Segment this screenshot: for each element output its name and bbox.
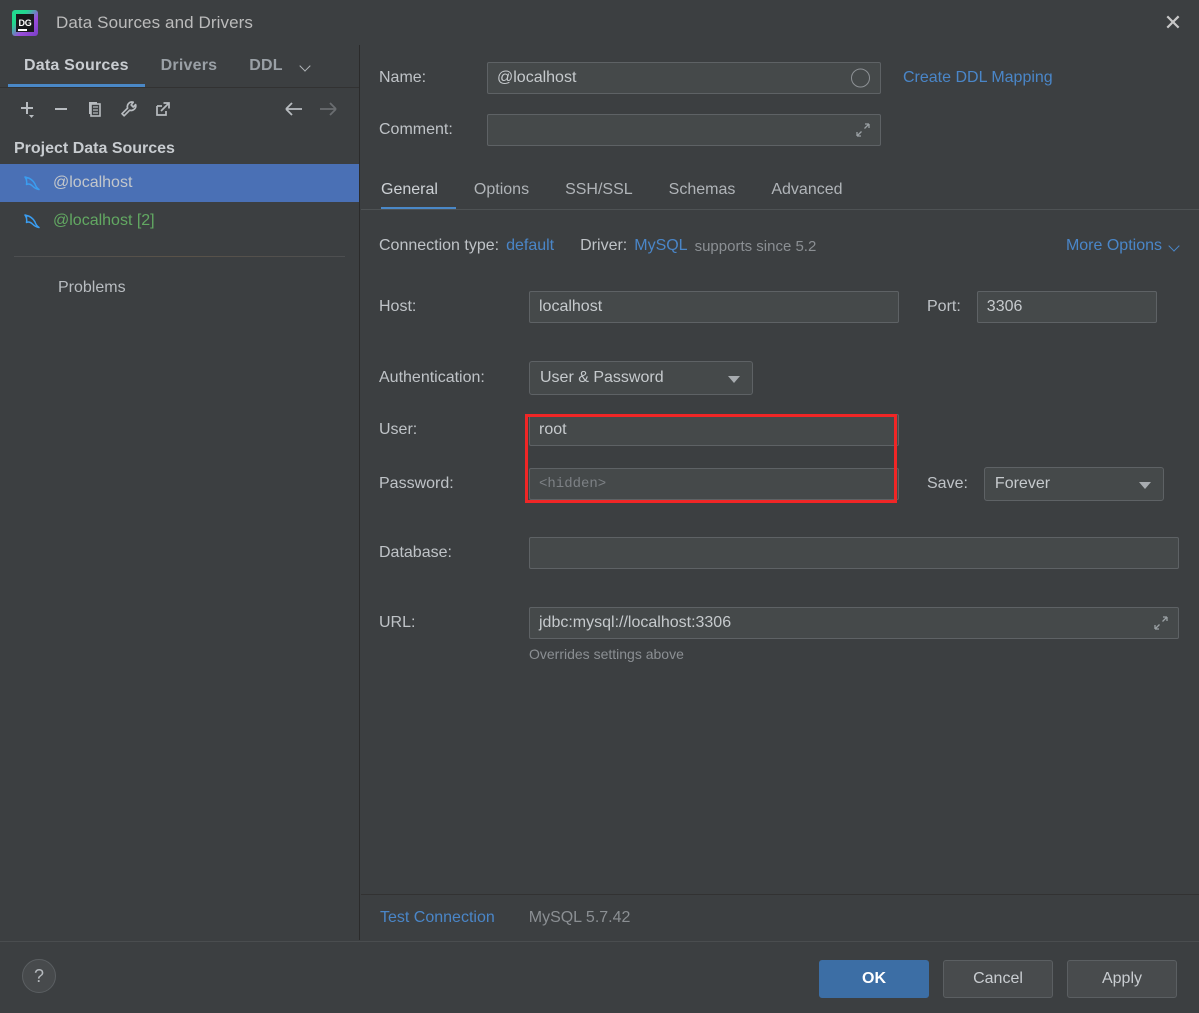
- host-input-value: localhost: [539, 298, 603, 315]
- mysql-dolphin-icon: [22, 173, 44, 193]
- sidebar-item-problems[interactable]: Problems: [0, 279, 359, 297]
- duplicate-button[interactable]: [78, 93, 112, 125]
- left-panel: Data Sources Drivers DDL Project Data So…: [0, 45, 360, 940]
- authentication-value: User & Password: [540, 369, 664, 386]
- save-value: Forever: [994, 475, 1051, 492]
- chevron-down-icon[interactable]: [299, 45, 322, 87]
- connection-type-label: Connection type:: [379, 237, 500, 254]
- sidebar-divider: [14, 256, 345, 257]
- tab-options-label: Options: [473, 181, 530, 198]
- data-source-item-localhost[interactable]: @localhost: [0, 164, 359, 202]
- url-label: URL:: [379, 614, 416, 631]
- create-ddl-mapping-link[interactable]: Create DDL Mapping: [903, 69, 1053, 87]
- host-label: Host:: [379, 298, 417, 315]
- data-source-label: @localhost: [53, 174, 133, 191]
- tab-advanced-label: Advanced: [771, 181, 843, 198]
- tab-options[interactable]: Options: [456, 170, 547, 210]
- authentication-label: Authentication:: [379, 369, 485, 386]
- connection-type-value[interactable]: default: [506, 237, 554, 255]
- left-toolbar: [0, 88, 359, 130]
- database-input[interactable]: [529, 537, 1179, 569]
- close-icon[interactable]: ✕: [1147, 0, 1199, 45]
- dialog-actions: OK Cancel Apply: [819, 960, 1177, 998]
- url-input-value: jdbc:mysql://localhost:3306: [539, 614, 732, 631]
- settings-tab-divider: [361, 209, 1199, 210]
- chevron-down-icon: [1170, 241, 1181, 252]
- password-label: Password:: [379, 475, 454, 492]
- tab-drivers[interactable]: Drivers: [145, 45, 234, 87]
- host-input[interactable]: localhost: [529, 291, 899, 323]
- help-icon[interactable]: ?: [22, 959, 56, 993]
- name-label: Name:: [379, 69, 427, 86]
- test-connection-link[interactable]: Test Connection: [380, 909, 495, 927]
- user-input[interactable]: root: [529, 414, 899, 446]
- port-input[interactable]: 3306: [976, 291, 1157, 323]
- color-swatch-icon[interactable]: [851, 68, 870, 88]
- tab-schemas[interactable]: Schemas: [651, 170, 754, 210]
- tab-advanced[interactable]: Advanced: [753, 170, 860, 210]
- password-placeholder: <hidden>: [539, 476, 607, 492]
- database-label: Database:: [379, 544, 452, 561]
- section-header-project-data-sources: Project Data Sources: [14, 140, 175, 157]
- save-label: Save:: [927, 475, 968, 492]
- authentication-select[interactable]: User & Password: [529, 361, 753, 395]
- navigation-group: [277, 93, 345, 125]
- wrench-icon[interactable]: [112, 93, 146, 125]
- tab-data-sources-label: Data Sources: [24, 57, 129, 74]
- apply-button[interactable]: Apply: [1067, 960, 1177, 998]
- user-label: User:: [379, 421, 418, 438]
- caret-down-icon: [728, 376, 740, 383]
- driver-value[interactable]: MySQL: [634, 237, 687, 255]
- user-input-value: root: [539, 421, 567, 438]
- tab-ddl-label: DDL: [249, 57, 283, 74]
- tab-drivers-label: Drivers: [160, 57, 218, 74]
- tab-ddl[interactable]: DDL: [233, 45, 298, 87]
- left-tab-bar: Data Sources Drivers DDL: [0, 45, 359, 88]
- comment-input[interactable]: [487, 114, 881, 146]
- driver-label: Driver:: [580, 237, 628, 254]
- save-select[interactable]: Forever: [983, 467, 1164, 501]
- tab-ssh-ssl-label: SSH/SSL: [565, 181, 633, 198]
- expand-icon[interactable]: [855, 122, 871, 138]
- datagrip-logo-icon: DG: [12, 9, 38, 36]
- caret-down-icon: [1138, 482, 1151, 489]
- tab-schemas-label: Schemas: [668, 181, 736, 198]
- expand-icon[interactable]: [1153, 615, 1169, 631]
- comment-label: Comment:: [379, 121, 453, 138]
- port-input-value: 3306: [986, 298, 1023, 315]
- dialog-button-bar: ? OK Cancel Apply: [0, 941, 1199, 1013]
- window-title: Data Sources and Drivers: [56, 12, 254, 32]
- test-connection-bar: Test Connection MySQL 5.7.42: [361, 894, 1199, 940]
- settings-tab-bar: General Options SSH/SSL Schemas Advanced: [381, 170, 861, 210]
- name-input[interactable]: @localhost: [487, 62, 881, 94]
- url-input[interactable]: jdbc:mysql://localhost:3306: [529, 607, 1179, 639]
- driver-support-note: supports since 5.2: [694, 237, 817, 255]
- mysql-dolphin-icon: [22, 211, 44, 231]
- more-options-toggle[interactable]: More Options: [1066, 237, 1181, 255]
- tab-general[interactable]: General: [381, 170, 456, 210]
- arrow-left-icon[interactable]: [277, 93, 311, 125]
- ok-button[interactable]: OK: [819, 960, 929, 998]
- datagrip-logo-bar: [18, 28, 27, 31]
- port-label: Port:: [927, 298, 961, 315]
- add-button[interactable]: [10, 93, 44, 125]
- server-version-label: MySQL 5.7.42: [528, 908, 631, 926]
- name-input-value: @localhost: [497, 69, 577, 86]
- tab-general-label: General: [381, 181, 438, 198]
- url-hint: Overrides settings above: [529, 646, 684, 662]
- tab-ssh-ssl[interactable]: SSH/SSL: [547, 170, 651, 210]
- tab-data-sources[interactable]: Data Sources: [8, 45, 145, 87]
- more-options-label: More Options: [1065, 237, 1162, 254]
- remove-button[interactable]: [44, 93, 78, 125]
- external-link-icon[interactable]: [146, 93, 180, 125]
- data-source-label: @localhost [2]: [53, 212, 155, 229]
- cancel-button[interactable]: Cancel: [943, 960, 1053, 998]
- title-bar: DG Data Sources and Drivers ✕: [0, 0, 1199, 45]
- arrow-right-icon[interactable]: [311, 93, 345, 125]
- data-sources-and-drivers-dialog: DG Data Sources and Drivers ✕ Data Sourc…: [0, 0, 1199, 1013]
- data-source-item-localhost-2[interactable]: @localhost [2]: [0, 202, 359, 240]
- connection-settings-panel: Name: @localhost Create DDL Mapping Comm…: [361, 45, 1199, 894]
- password-input[interactable]: <hidden>: [529, 468, 899, 500]
